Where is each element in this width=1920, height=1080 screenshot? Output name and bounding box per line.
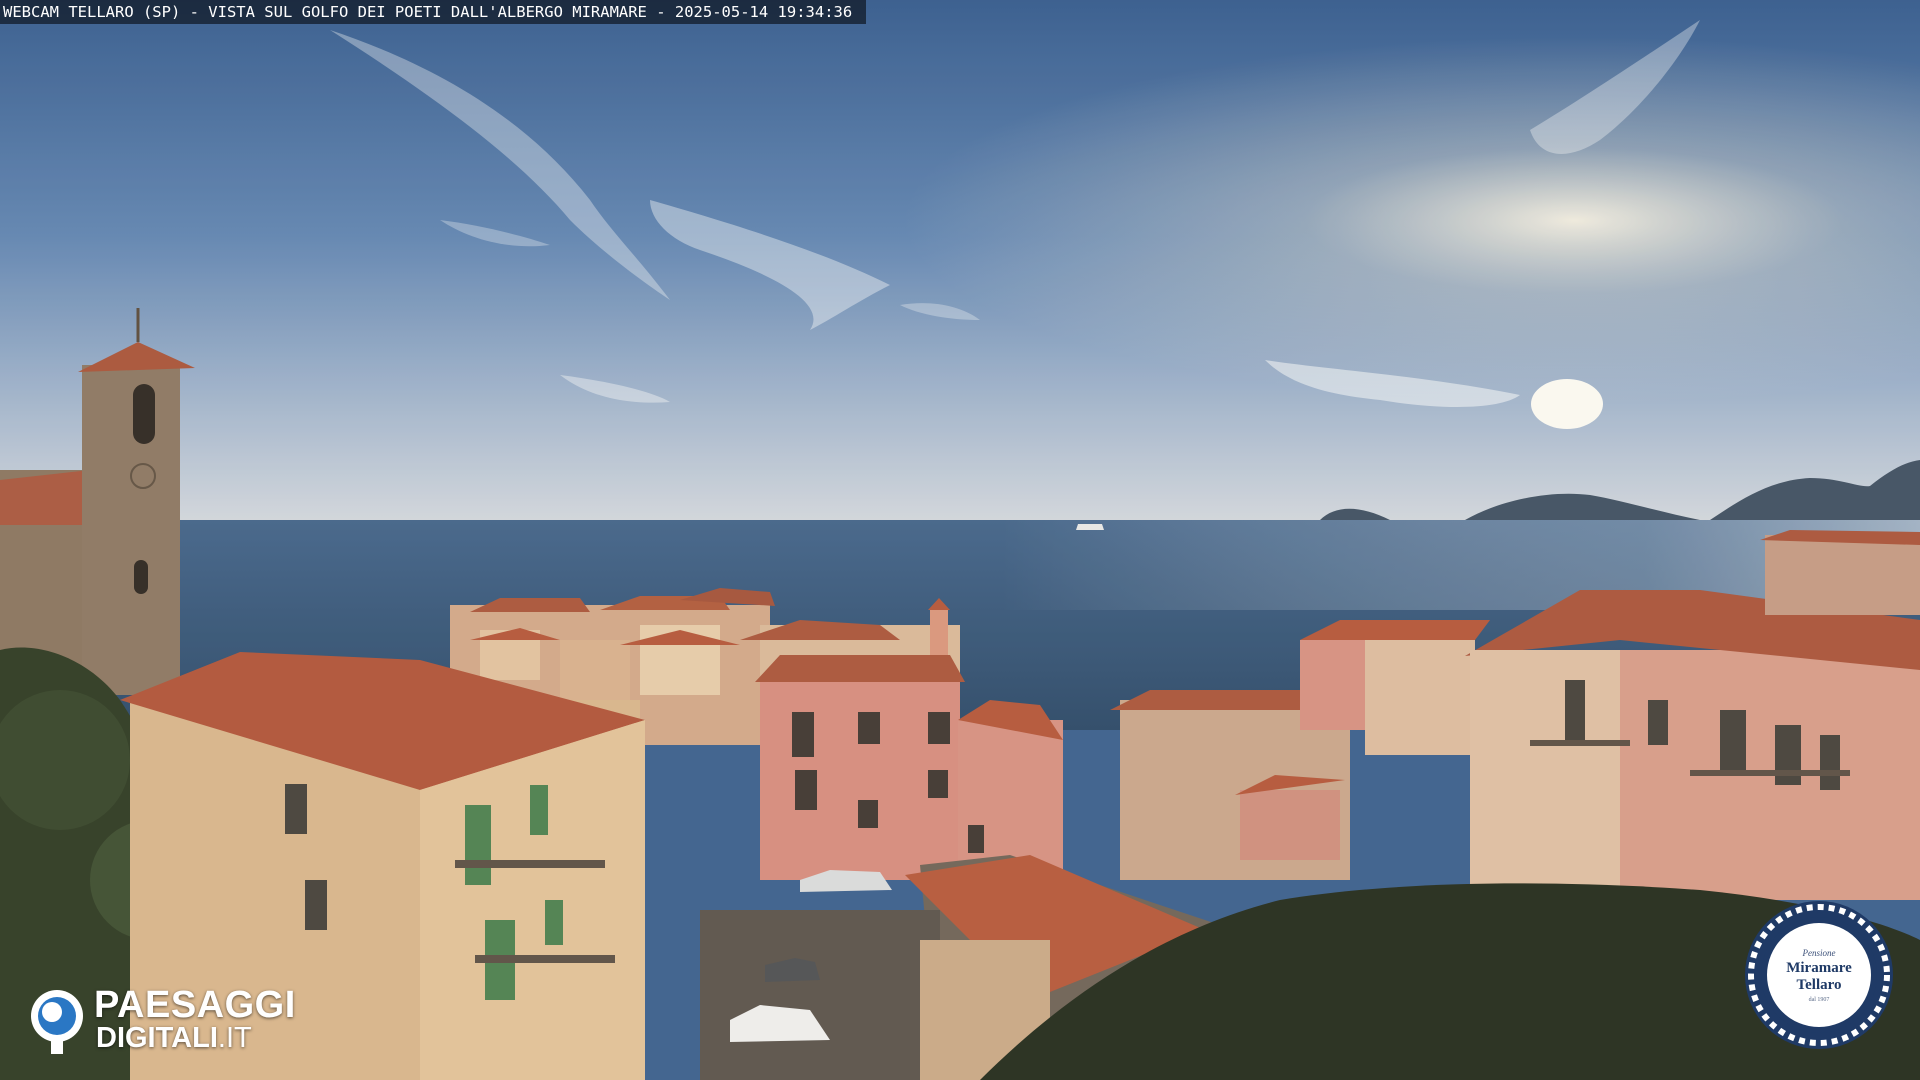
badge-line1: Miramare: [1786, 959, 1852, 976]
badge-line2: Tellaro: [1796, 976, 1842, 993]
badge-line-tiny: dal 1907: [1808, 996, 1830, 1003]
webcam-scene: [0, 0, 1920, 1080]
logo-word-digitali-main: DIGITALI: [96, 1022, 218, 1054]
logo-word-digitali: DIGITALI.IT: [96, 1022, 252, 1055]
evening-haze: [0, 0, 1920, 1080]
webcam-caption: WEBCAM TELLARO (SP) - VISTA SUL GOLFO DE…: [0, 0, 867, 24]
paesaggi-digitali-logo: PAESAGGI DIGITALI.IT: [28, 982, 338, 1055]
badge-text: Pensione Miramare Tellaro dal 1907: [1744, 900, 1894, 1050]
logo-word-digitali-suffix: .IT: [217, 1022, 252, 1054]
logo-word-paesaggi: PAESAGGI: [94, 984, 296, 1026]
badge-line-small: Pensione: [1802, 947, 1836, 958]
miramare-tellaro-badge: Pensione Miramare Tellaro dal 1907: [1744, 900, 1894, 1050]
